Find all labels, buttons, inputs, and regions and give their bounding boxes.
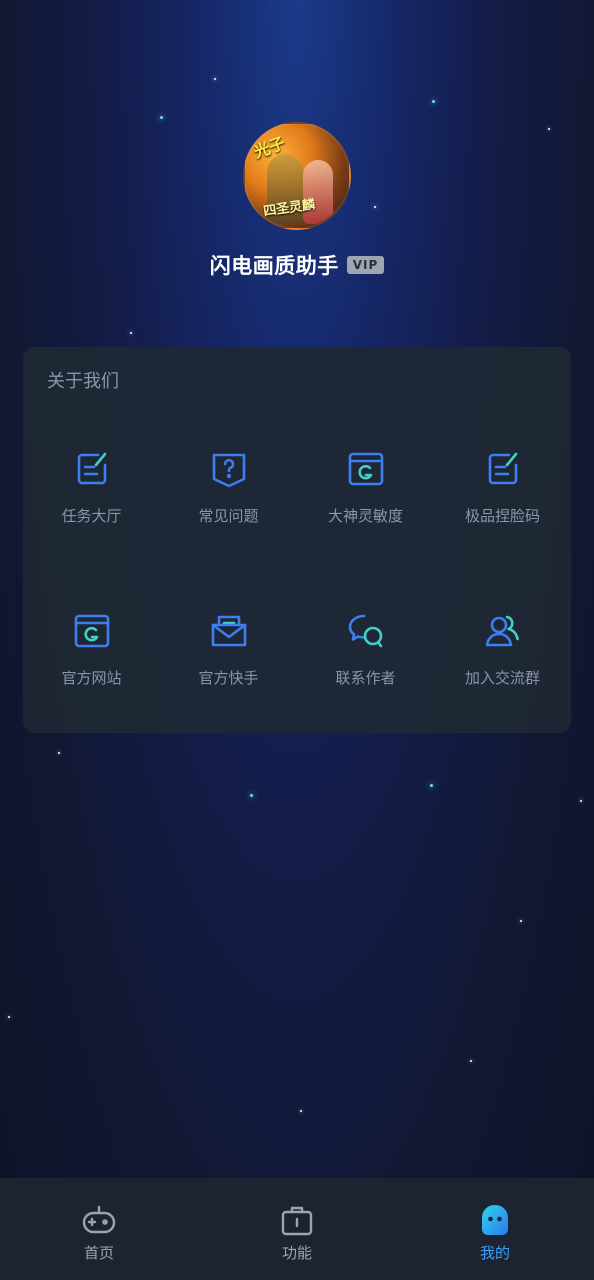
menu-item-contact-author[interactable]: 联系作者: [297, 579, 434, 741]
edit-note-icon: [488, 452, 517, 485]
gamepad-icon: [82, 1205, 116, 1234]
menu-item-label: 任务大厅: [61, 507, 122, 525]
menu-item-task-hall[interactable]: 任务大厅: [23, 417, 160, 579]
user-name: 闪电画质助手: [209, 254, 339, 278]
tab-mine[interactable]: 我的: [396, 1178, 594, 1280]
toolbox-icon: [281, 1206, 313, 1236]
menu-item-label: 极品捏脸码: [464, 507, 540, 525]
avatar[interactable]: 光子 四圣灵麟: [243, 122, 351, 230]
about-us-card: 关于我们 任务大厅 常见问题 大神灵敏度 极品捏脸码 官方网站 官方快手 联系作…: [23, 347, 571, 733]
bottom-tab-bar: 首页 功能 我的: [0, 1178, 594, 1280]
menu-item-official-site[interactable]: 官方网站: [23, 579, 160, 741]
robot-avatar-icon: [482, 1205, 508, 1235]
menu-item-label: 大神灵敏度: [327, 507, 403, 525]
menu-item-join-group[interactable]: 加入交流群: [434, 579, 571, 741]
menu-item-label: 加入交流群: [464, 669, 540, 687]
tab-label: 功能: [281, 1244, 312, 1262]
tab-label: 首页: [83, 1244, 114, 1262]
menu-item-face-code[interactable]: 极品捏脸码: [434, 417, 571, 579]
menu-item-label: 联系作者: [335, 669, 396, 687]
menu-item-sensitivity[interactable]: 大神灵敏度: [297, 417, 434, 579]
avatar-figure-girl: [303, 160, 333, 224]
menu-item-label: 常见问题: [198, 507, 259, 525]
name-row: 闪电画质助手 VIP: [0, 250, 594, 280]
g-window-icon: [74, 614, 109, 648]
g-window-icon: [348, 452, 383, 486]
users-icon: [485, 615, 519, 647]
menu-item-faq[interactable]: 常见问题: [160, 417, 297, 579]
about-us-grid: 任务大厅 常见问题 大神灵敏度 极品捏脸码 官方网站 官方快手 联系作者 加入交…: [23, 417, 571, 741]
menu-item-kuaishou[interactable]: 官方快手: [160, 579, 297, 741]
mail-open-icon: [211, 615, 246, 647]
tab-home[interactable]: 首页: [0, 1178, 198, 1280]
about-us-title: 关于我们: [47, 371, 119, 392]
chat-bubbles-icon: [348, 614, 382, 648]
tab-label: 我的: [479, 1244, 510, 1262]
vip-badge: VIP: [346, 256, 385, 274]
menu-item-label: 官方网站: [61, 669, 122, 687]
profile-header: 光子 四圣灵麟 闪电画质助手 VIP: [0, 122, 594, 280]
edit-note-icon: [77, 452, 106, 485]
question-shield-icon: [212, 453, 245, 488]
menu-item-label: 官方快手: [198, 669, 259, 687]
tab-features[interactable]: 功能: [198, 1178, 396, 1280]
